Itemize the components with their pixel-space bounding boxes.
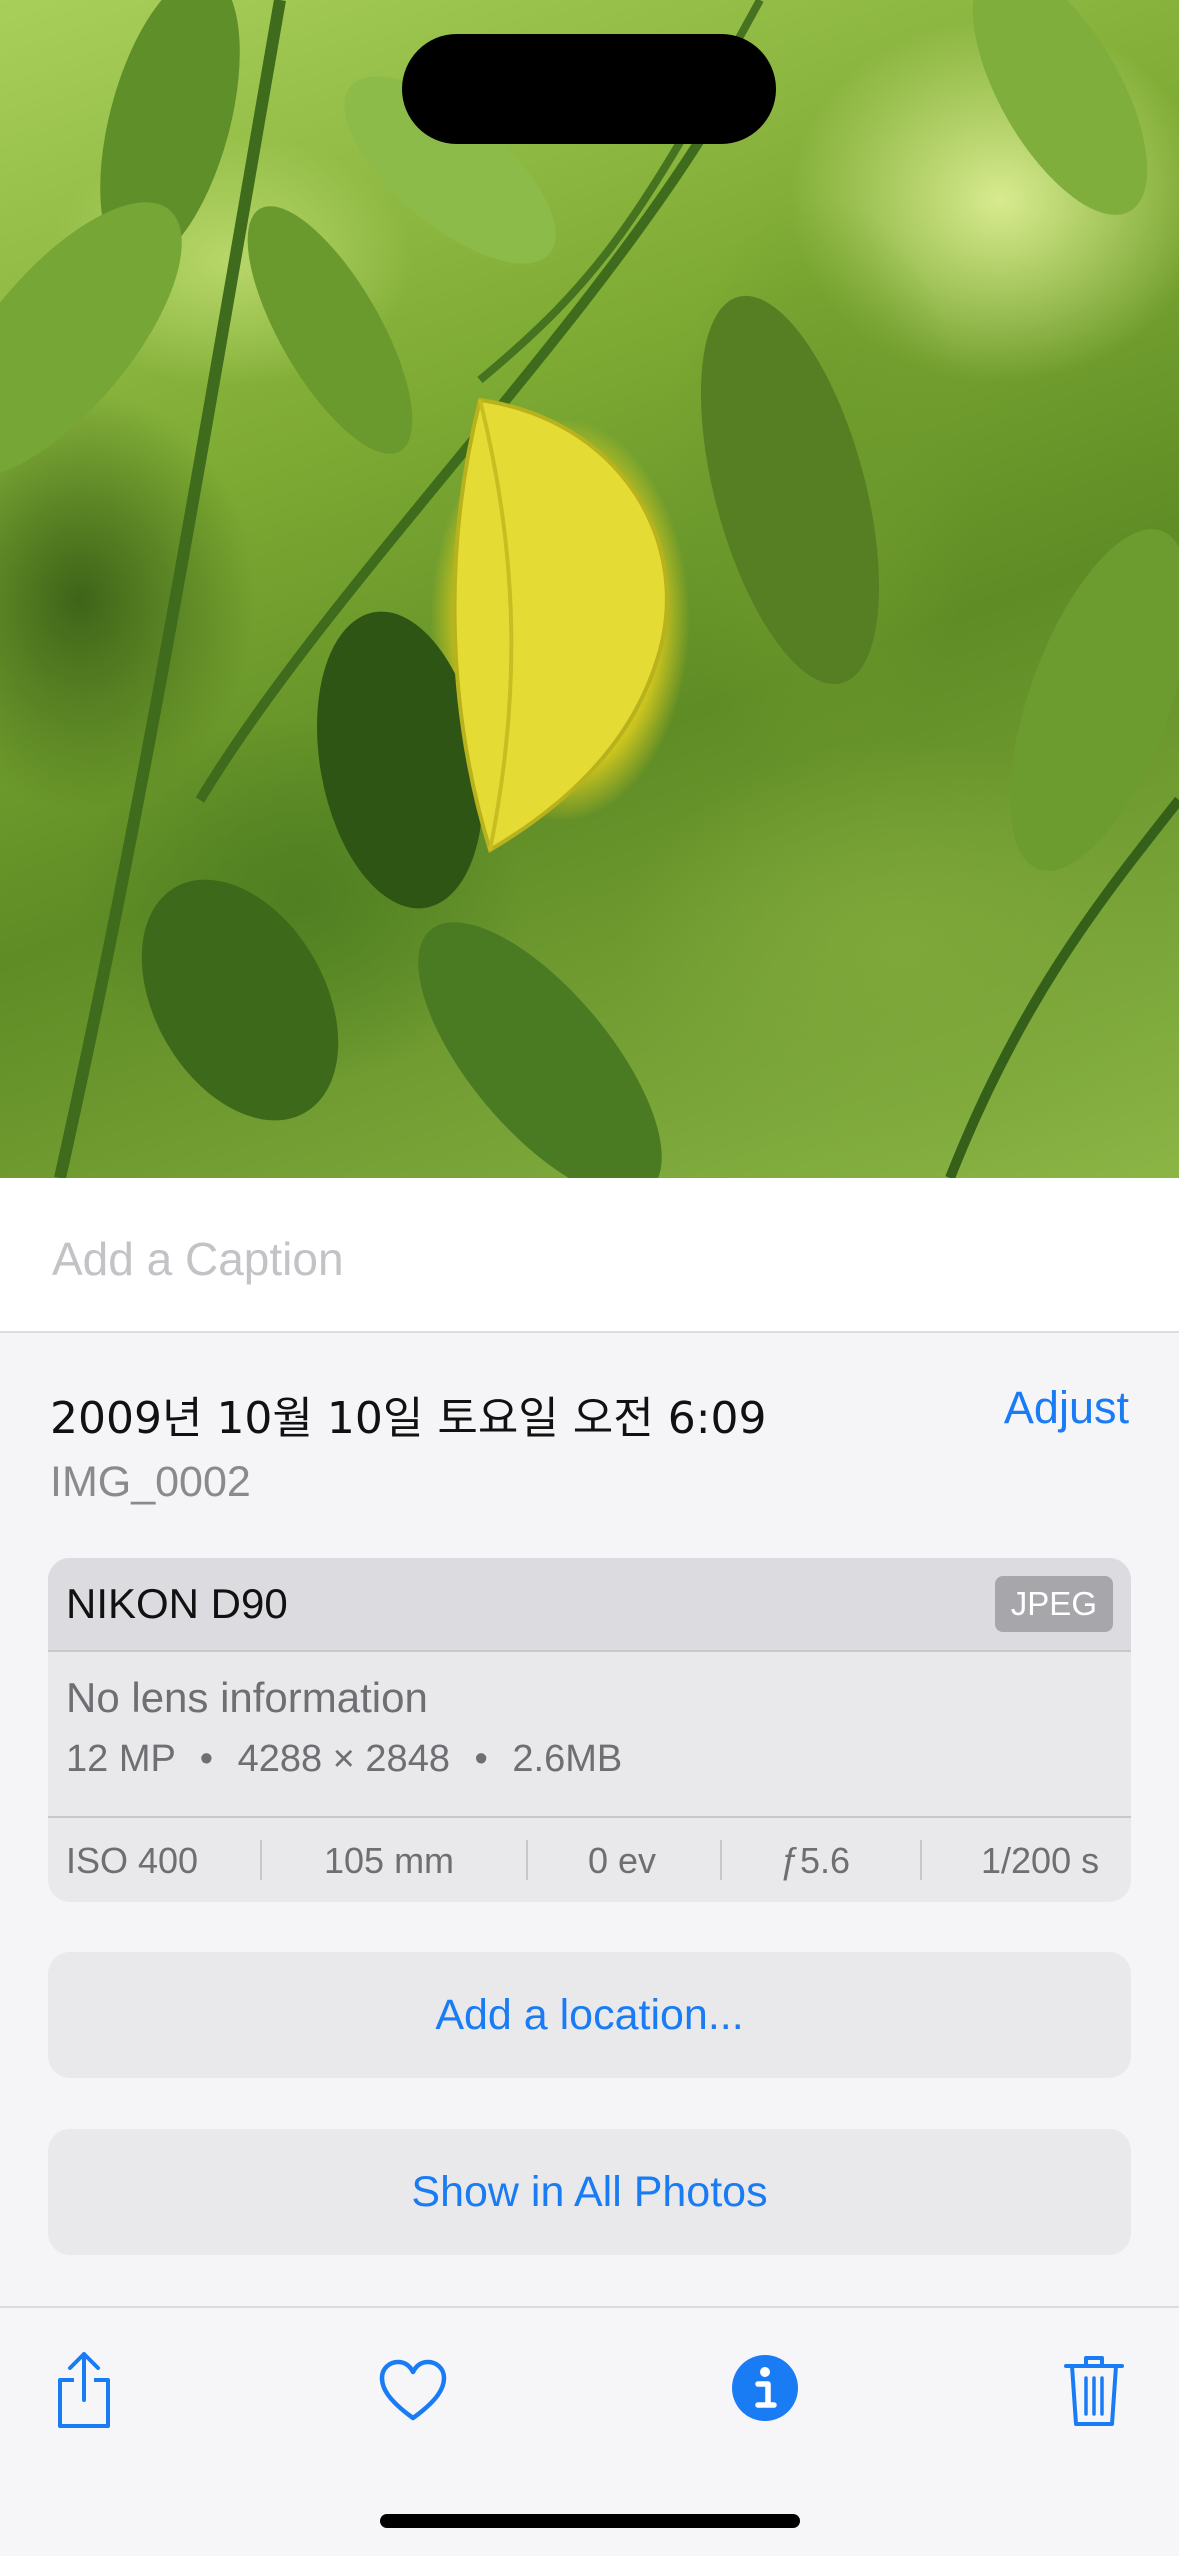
caption-area xyxy=(0,1178,1179,1333)
exposure-value: 0 ev xyxy=(588,1840,657,1881)
leaf-photo xyxy=(0,0,1179,1178)
exif-settings-row: ISO 400 105 mm 0 ev ƒ5.6 1/200 s xyxy=(48,1816,1131,1902)
exif-divider xyxy=(526,1840,528,1880)
share-icon[interactable] xyxy=(52,2350,116,2435)
iso-value: ISO 400 xyxy=(66,1840,199,1881)
file-name: IMG_0002 xyxy=(50,1458,251,1506)
megapixels: 12 MP xyxy=(66,1738,176,1780)
resolution: 4288 × 2848 xyxy=(237,1738,450,1780)
trash-icon[interactable] xyxy=(1062,2352,1126,2433)
camera-model: NIKON D90 xyxy=(66,1580,288,1627)
exif-card: NIKON D90 JPEG No lens information 12 MP… xyxy=(48,1558,1131,1902)
format-badge: JPEG xyxy=(994,1576,1113,1632)
spec-separator: • xyxy=(474,1738,488,1780)
lens-info: No lens information xyxy=(66,1674,428,1721)
exif-divider xyxy=(920,1840,922,1880)
spec-separator: • xyxy=(199,1738,214,1780)
exif-header: NIKON D90 JPEG xyxy=(48,1558,1131,1652)
caption-input[interactable] xyxy=(50,1228,1134,1290)
photo-datetime: 2009년 10월 10일 토요일 오전 6:09 xyxy=(50,1393,767,1444)
photo-viewer[interactable] xyxy=(0,0,1179,1178)
home-indicator[interactable] xyxy=(380,2514,800,2528)
image-specs: 12 MP • 4288 × 2848 • 2.6MB xyxy=(66,1738,622,1781)
focal-length: 105 mm xyxy=(324,1840,455,1881)
dynamic-island xyxy=(402,34,776,144)
file-size: 2.6MB xyxy=(512,1738,623,1780)
adjust-button[interactable]: Adjust xyxy=(1004,1382,1129,1434)
info-icon[interactable] xyxy=(730,2353,800,2428)
shutter-speed: 1/200 s xyxy=(981,1840,1100,1881)
heart-icon[interactable] xyxy=(378,2358,448,2427)
exif-divider xyxy=(720,1840,722,1880)
exif-divider xyxy=(260,1840,262,1880)
show-in-all-photos-button[interactable]: Show in All Photos xyxy=(48,2129,1131,2255)
add-location-button[interactable]: Add a location... xyxy=(48,1952,1131,2078)
aperture: ƒ5.6 xyxy=(780,1840,851,1881)
